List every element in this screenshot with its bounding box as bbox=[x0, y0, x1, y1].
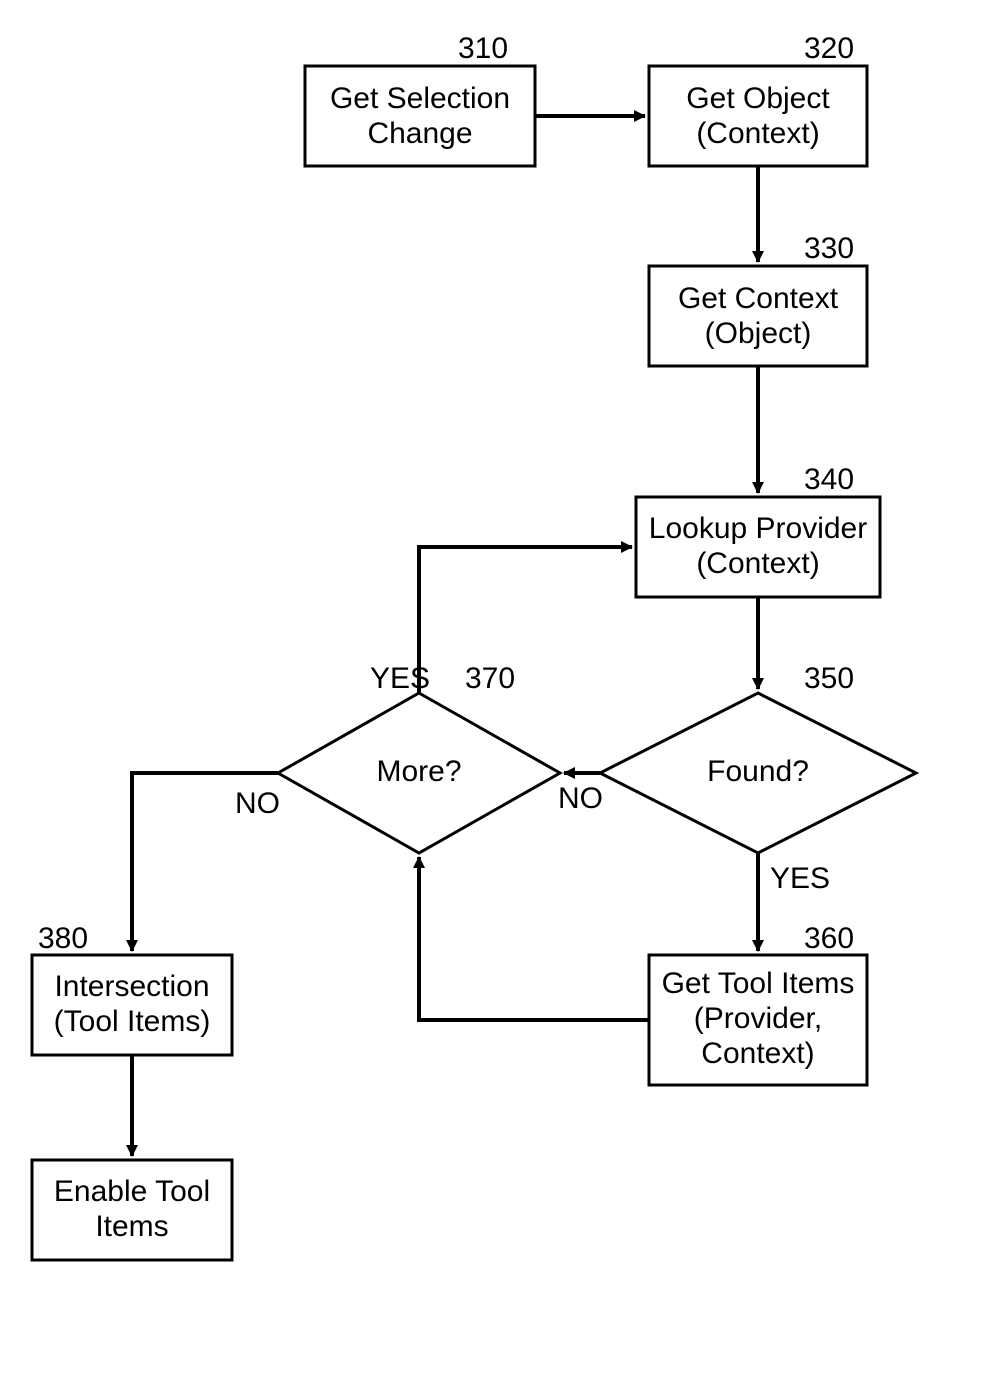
node-320-line2: (Context) bbox=[696, 117, 819, 150]
node-360-line2: (Provider, bbox=[694, 1002, 822, 1035]
node-310-line2: Change bbox=[367, 117, 472, 150]
node-360-line3: Context) bbox=[701, 1037, 814, 1070]
node-380-line2: (Tool Items) bbox=[54, 1005, 211, 1038]
edge-370-340 bbox=[419, 547, 632, 693]
node-320-num: 320 bbox=[804, 32, 854, 65]
node-330-line1: Get Context bbox=[678, 282, 839, 315]
node-380-num: 380 bbox=[38, 922, 88, 955]
node-320-line1: Get Object bbox=[686, 82, 830, 115]
node-330-line2: (Object) bbox=[705, 317, 812, 350]
node-340-line1: Lookup Provider bbox=[649, 512, 867, 545]
node-enable-line1: Enable Tool bbox=[54, 1175, 210, 1208]
node-360-num: 360 bbox=[804, 922, 854, 955]
node-330-num: 330 bbox=[804, 232, 854, 265]
edge-350-yes-label: YES bbox=[770, 862, 830, 895]
node-enable: Enable Tool Items bbox=[32, 1160, 232, 1260]
node-360-line1: Get Tool Items bbox=[662, 967, 855, 1000]
edge-370-no-label: NO bbox=[235, 787, 280, 820]
node-310-line1: Get Selection bbox=[330, 82, 510, 115]
node-310: Get Selection Change 310 bbox=[305, 32, 535, 166]
node-380-line1: Intersection bbox=[54, 970, 209, 1003]
node-340-line2: (Context) bbox=[696, 547, 819, 580]
node-340-num: 340 bbox=[804, 463, 854, 496]
edge-370-yes-label: YES bbox=[370, 662, 430, 695]
node-310-num: 310 bbox=[458, 32, 508, 65]
node-350-line1: Found? bbox=[707, 755, 809, 788]
node-370-num: 370 bbox=[465, 662, 515, 695]
edge-360-370 bbox=[419, 857, 649, 1020]
flowchart: Get Selection Change 310 Get Object (Con… bbox=[0, 0, 988, 1380]
edge-350-no-label: NO bbox=[558, 782, 603, 815]
node-370-line1: More? bbox=[376, 755, 461, 788]
node-enable-line2: Items bbox=[95, 1210, 168, 1243]
node-320: Get Object (Context) 320 bbox=[649, 32, 867, 166]
node-350-num: 350 bbox=[804, 662, 854, 695]
node-350: Found? 350 bbox=[600, 662, 916, 853]
